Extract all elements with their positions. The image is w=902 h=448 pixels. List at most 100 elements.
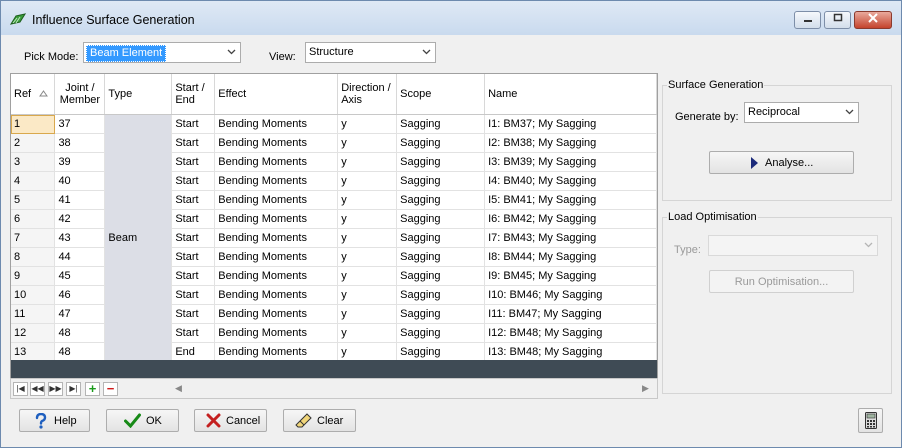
cell-direction[interactable]: y <box>337 285 398 305</box>
cell-joint[interactable]: 46 <box>54 285 106 305</box>
cell-effect[interactable]: Bending Moments <box>214 228 339 248</box>
col-header-type[interactable]: Type <box>104 74 173 115</box>
cell-ref[interactable]: 6 <box>11 209 56 229</box>
cell-start-end[interactable]: Start <box>171 285 216 305</box>
cell-ref[interactable]: 8 <box>11 247 56 267</box>
cell-effect[interactable]: Bending Moments <box>214 304 339 324</box>
cell-direction[interactable]: y <box>337 228 398 248</box>
cell-start-end[interactable]: Start <box>171 190 216 210</box>
cell-effect[interactable]: Bending Moments <box>214 342 339 362</box>
cell-scope[interactable]: Sagging <box>396 133 486 153</box>
help-button[interactable]: Help <box>19 409 90 432</box>
cell-effect[interactable]: Bending Moments <box>214 323 339 343</box>
cell-effect[interactable]: Bending Moments <box>214 285 339 305</box>
cell-name[interactable]: I4: BM40; My Sagging <box>484 171 657 191</box>
cell-effect[interactable]: Bending Moments <box>214 171 339 191</box>
cell-start-end[interactable]: Start <box>171 152 216 172</box>
cell-joint[interactable]: 48 <box>54 342 106 362</box>
cell-effect[interactable]: Bending Moments <box>214 266 339 286</box>
cell-scope[interactable]: Sagging <box>396 171 486 191</box>
cell-name[interactable]: I3: BM39; My Sagging <box>484 152 657 172</box>
cell-start-end[interactable]: End <box>171 342 216 362</box>
cell-effect[interactable]: Bending Moments <box>214 133 339 153</box>
col-header-scope[interactable]: Scope <box>396 74 486 115</box>
analyse-button[interactable]: Analyse... <box>709 151 854 174</box>
generate-by-select[interactable]: Reciprocal <box>744 102 859 123</box>
calculator-button[interactable] <box>858 408 883 433</box>
cell-ref[interactable]: 13 <box>11 342 56 362</box>
pick-mode-select[interactable]: Beam Element <box>83 42 241 63</box>
col-header-ref[interactable]: Ref <box>11 74 56 115</box>
cell-scope[interactable]: Sagging <box>396 266 486 286</box>
cell-scope[interactable]: Sagging <box>396 304 486 324</box>
cell-joint[interactable]: 42 <box>54 209 106 229</box>
cell-scope[interactable]: Sagging <box>396 152 486 172</box>
add-record-button[interactable]: + <box>85 382 100 396</box>
cell-direction[interactable]: y <box>337 190 398 210</box>
cell-direction[interactable]: y <box>337 304 398 324</box>
cell-joint[interactable]: 39 <box>54 152 106 172</box>
cell-effect[interactable]: Bending Moments <box>214 152 339 172</box>
cell-scope[interactable]: Sagging <box>396 114 486 134</box>
cell-effect[interactable]: Bending Moments <box>214 114 339 134</box>
delete-record-button[interactable]: − <box>103 382 118 396</box>
cell-joint[interactable]: 44 <box>54 247 106 267</box>
col-header-effect[interactable]: Effect <box>214 74 339 115</box>
cell-name[interactable]: I10: BM46; My Sagging <box>484 285 657 305</box>
cell-joint[interactable]: 40 <box>54 171 106 191</box>
cell-ref[interactable]: 9 <box>11 266 56 286</box>
cancel-button[interactable]: Cancel <box>194 409 267 432</box>
cell-name[interactable]: I9: BM45; My Sagging <box>484 266 657 286</box>
cell-ref[interactable]: 2 <box>11 133 56 153</box>
cell-direction[interactable]: y <box>337 133 398 153</box>
cell-ref[interactable]: 10 <box>11 285 56 305</box>
cell-direction[interactable]: y <box>337 114 398 134</box>
cell-effect[interactable]: Bending Moments <box>214 247 339 267</box>
col-header-name[interactable]: Name <box>484 74 657 115</box>
type-select[interactable] <box>708 235 878 256</box>
cell-joint[interactable]: 48 <box>54 323 106 343</box>
cell-start-end[interactable]: Start <box>171 266 216 286</box>
cell-direction[interactable]: y <box>337 209 398 229</box>
cell-start-end[interactable]: Start <box>171 171 216 191</box>
cell-direction[interactable]: y <box>337 152 398 172</box>
cell-scope[interactable]: Sagging <box>396 323 486 343</box>
cell-direction[interactable]: y <box>337 342 398 362</box>
cell-joint[interactable]: 38 <box>54 133 106 153</box>
cell-ref[interactable]: 11 <box>11 304 56 324</box>
col-header-startend[interactable]: Start / End <box>171 74 216 115</box>
run-optimisation-button[interactable]: Run Optimisation... <box>709 270 854 293</box>
cell-name[interactable]: I12: BM48; My Sagging <box>484 323 657 343</box>
cell-scope[interactable]: Sagging <box>396 342 486 362</box>
cell-type[interactable]: Beam <box>104 114 173 362</box>
cell-joint[interactable]: 47 <box>54 304 106 324</box>
cell-ref[interactable]: 5 <box>11 190 56 210</box>
cell-ref[interactable]: 12 <box>11 323 56 343</box>
last-record-button[interactable]: ▶| <box>66 382 81 396</box>
clear-button[interactable]: Clear <box>283 409 356 432</box>
cell-name[interactable]: I1: BM37; My Sagging <box>484 114 657 134</box>
cell-name[interactable]: I13: BM48; My Sagging <box>484 342 657 362</box>
cell-name[interactable]: I11: BM47; My Sagging <box>484 304 657 324</box>
maximize-button[interactable] <box>824 11 851 29</box>
minimize-button[interactable] <box>794 11 821 29</box>
prev-record-button[interactable]: ◀◀ <box>30 382 45 396</box>
next-record-button[interactable]: ▶▶ <box>48 382 63 396</box>
col-header-direction[interactable]: Direction / Axis <box>337 74 398 115</box>
cell-start-end[interactable]: Start <box>171 323 216 343</box>
cell-start-end[interactable]: Start <box>171 114 216 134</box>
cell-name[interactable]: I8: BM44; My Sagging <box>484 247 657 267</box>
first-record-button[interactable]: |◀ <box>13 382 28 396</box>
cell-direction[interactable]: y <box>337 266 398 286</box>
ok-button[interactable]: OK <box>106 409 179 432</box>
cell-scope[interactable]: Sagging <box>396 247 486 267</box>
cell-joint[interactable]: 37 <box>54 114 106 134</box>
cell-joint[interactable]: 43 <box>54 228 106 248</box>
scroll-left-arrow-icon[interactable]: ◀ <box>175 383 182 394</box>
cell-joint[interactable]: 45 <box>54 266 106 286</box>
cell-name[interactable]: I7: BM43; My Sagging <box>484 228 657 248</box>
cell-name[interactable]: I6: BM42; My Sagging <box>484 209 657 229</box>
cell-start-end[interactable]: Start <box>171 228 216 248</box>
influence-grid[interactable]: Ref Joint / Member Type Start / End Effe <box>10 73 658 397</box>
cell-start-end[interactable]: Start <box>171 304 216 324</box>
